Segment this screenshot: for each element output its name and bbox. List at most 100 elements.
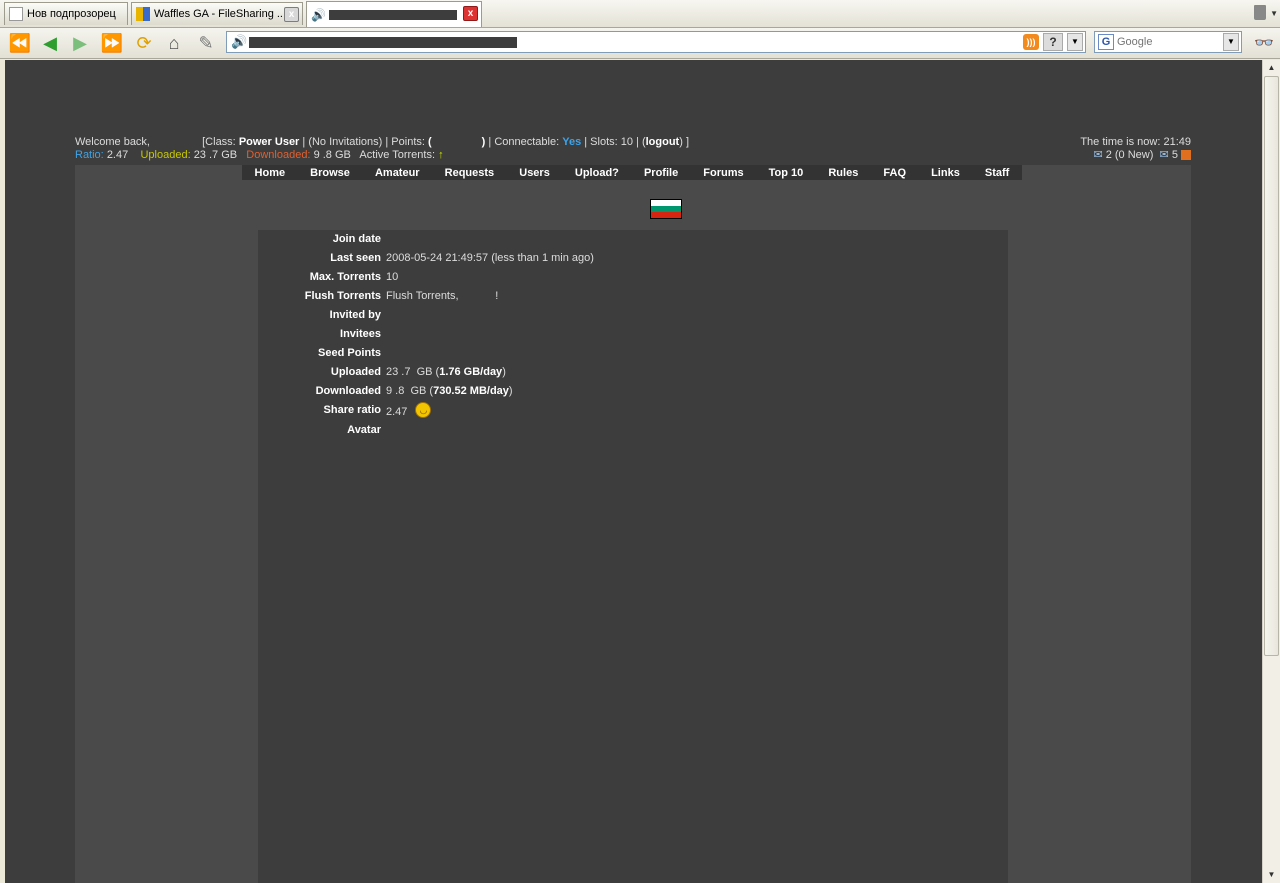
detail-label: Invited by [329,309,381,321]
user-status-line-2: Ratio: 2.47 Uploaded: 23 .7 GB Downloade… [75,149,1191,162]
detail-label: Join date [332,233,381,245]
menu-faq[interactable]: FAQ [883,167,906,179]
menu-amateur[interactable]: Amateur [375,167,420,179]
messages-count[interactable]: 2 (0 New) [1106,149,1154,161]
vertical-scrollbar[interactable]: ▲ ▼ [1262,60,1280,883]
menu-forums[interactable]: Forums [703,167,743,179]
detail-value-rate: 730.52 MB/day [433,385,509,397]
fast-forward-icon[interactable]: ⏩ [100,31,124,55]
detail-value: 9 .8 GB (730.52 MB/day) [386,385,513,397]
navigation-toolbar: ⏪ ◀ ▶ ⏩ ⟳ ⌂ ✎ 🔊 ))) ? ▼ G ▼ 👓 [0,28,1280,59]
scroll-down-icon[interactable]: ▼ [1263,867,1280,883]
detail-value-text: 23 .7 GB ( [386,366,440,378]
sentbox-icon[interactable]: ✉ [1160,149,1169,161]
address-bar[interactable]: 🔊 ))) ? ▼ [226,31,1086,53]
detail-row: Seed Points [258,344,1008,363]
points-open: ( [428,136,432,148]
search-bar[interactable]: G ▼ [1094,31,1242,53]
laughing-smiley-icon: ◡ [415,402,432,418]
ratio-value: 2.47 [106,149,129,161]
home-icon[interactable]: ⌂ [162,31,186,55]
tab-title: Нов подпрозорец [27,8,116,20]
detail-label: Seed Points [318,347,381,359]
menu-staff[interactable]: Staff [985,167,1009,179]
detail-row: Avatar [258,421,1008,440]
arrow-up-icon: ↑ [438,149,444,161]
speaker-icon: 🔊 [311,7,326,22]
detail-row: Max. Torrents 10 [258,268,1008,287]
search-input[interactable] [1117,35,1221,49]
sent-count[interactable]: 5 [1172,149,1178,161]
detail-row: Uploaded 23 .7 GB (1.76 GB/day) [258,363,1008,382]
detail-value: 23 .7 GB (1.76 GB/day) [386,366,506,378]
scroll-up-icon[interactable]: ▲ [1263,60,1280,76]
menu-profile[interactable]: Profile [644,167,678,179]
ratio-label: Ratio: [75,149,104,161]
help-icon[interactable]: ? [1043,33,1063,51]
redacted-url [249,37,517,48]
flag-stripe [651,211,681,218]
detail-value: 2008-05-24 21:49:57 (less than 1 min ago… [386,252,594,264]
menu-rules[interactable]: Rules [828,167,858,179]
detail-value-text: Flush Torrents, ! [386,290,499,302]
rss-icon[interactable] [1181,150,1191,161]
close-tab-icon[interactable]: x [284,7,299,22]
menu-users[interactable]: Users [519,167,550,179]
chevron-down-icon[interactable]: ▼ [1270,9,1278,18]
detail-value: 10 [386,271,398,283]
uploaded-value: 23 .7 GB [193,149,238,161]
detail-label: Uploaded [330,366,381,378]
tab-active[interactable]: 🔊 x [306,1,482,27]
menu-links[interactable]: Links [931,167,960,179]
close-tab-icon[interactable]: x [463,6,478,21]
forward-icon[interactable]: ▶ [68,31,92,55]
detail-label: Downloaded [315,385,381,397]
slots-text: Slots: 10 [590,136,633,148]
detail-row: Downloaded 9 .8 GB (730.52 MB/day) [258,382,1008,401]
active-torrents-label: Active Torrents: [359,149,436,161]
tab-new-subwindow[interactable]: Нов подпрозорец [4,2,128,25]
downloaded-value: 9 .8 GB [313,149,351,161]
detail-value-text: 2.47 [386,405,408,418]
glasses-icon[interactable]: 👓 [1254,33,1274,53]
menu-home[interactable]: Home [255,167,286,179]
downloaded-label: Downloaded: [246,149,311,161]
trash-icon[interactable] [1254,5,1266,20]
page-viewport: Welcome back, [Class: Power User | (No I… [5,60,1262,883]
current-time: The time is now: 21:49 [1080,136,1191,148]
main-menu: Home Browse Amateur Requests Users Uploa… [242,165,1022,180]
detail-value-text: 10 [386,271,399,283]
menu-top10[interactable]: Top 10 [769,167,804,179]
menu-upload[interactable]: Upload? [575,167,619,179]
detail-value-text: 2008-05-24 21:49:57 (less than 1 min ago… [386,252,594,264]
uploaded-label: Uploaded: [140,149,191,161]
detail-row: Join date [258,230,1008,249]
tab-title: Waffles GA - FileSharing ... [154,8,287,20]
google-icon: G [1098,34,1114,50]
detail-value-text: 9 .8 GB ( [386,385,434,397]
detail-row: Share ratio 2.47 ◡ [258,401,1008,420]
detail-label: Share ratio [323,404,381,416]
class-value: Power User [238,136,300,148]
chevron-down-icon[interactable]: ▼ [1223,33,1239,51]
chevron-down-icon[interactable]: ▼ [1067,33,1083,51]
back-icon[interactable]: ◀ [38,31,62,55]
points-label: Points: [391,136,425,148]
scrollbar-thumb[interactable] [1264,76,1279,656]
detail-value: 2.47 ◡ [386,402,432,420]
connectable-label: Connectable: [494,136,560,148]
tab-waffles[interactable]: Waffles GA - FileSharing ... x [131,2,303,25]
menu-browse[interactable]: Browse [310,167,350,179]
waffles-favicon-icon [136,7,150,21]
connectable-value: Yes [562,136,582,148]
pencil-icon[interactable]: ✎ [194,31,218,55]
inbox-icon[interactable]: ✉ [1093,149,1102,161]
user-status-line-1: Welcome back, [Class: Power User | (No I… [75,136,690,148]
menu-requests[interactable]: Requests [445,167,495,179]
class-label: [Class: [202,136,236,148]
rss-feed-icon[interactable]: ))) [1023,34,1039,50]
logout-link[interactable]: logout [646,136,680,148]
rewind-icon[interactable]: ⏪ [8,31,32,55]
reload-icon[interactable]: ⟳ [132,31,156,55]
speaker-icon: 🔊 [231,34,248,49]
